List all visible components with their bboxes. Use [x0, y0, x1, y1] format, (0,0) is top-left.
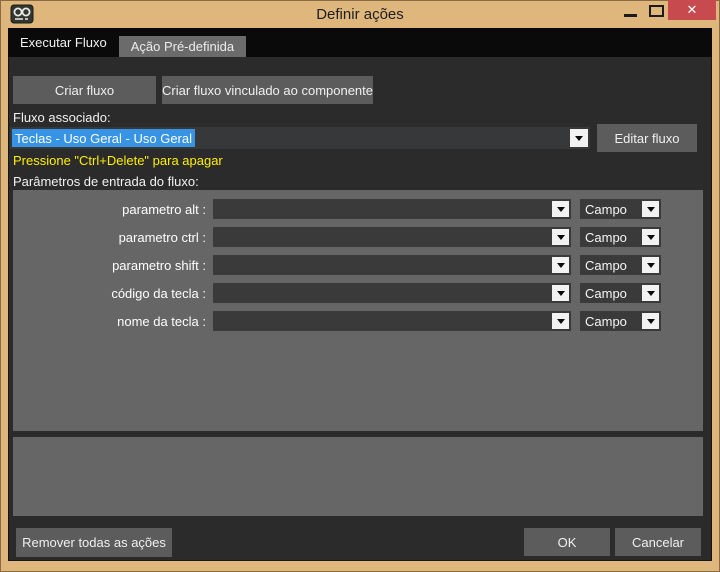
parameter-label: parametro ctrl :: [13, 230, 213, 245]
cancel-button[interactable]: Cancelar: [615, 528, 701, 556]
parameter-value-combobox[interactable]: [213, 311, 571, 331]
parameter-type-combobox[interactable]: Campo: [580, 227, 661, 247]
tab-bar: Executar Fluxo Ação Pré-definida: [8, 28, 712, 57]
parameter-value-dropdown-button[interactable]: [552, 313, 569, 329]
parameter-type-value: Campo: [585, 311, 627, 331]
parameter-row: parametro ctrl : Campo: [13, 227, 703, 247]
flow-parameters-label: Parâmetros de entrada do fluxo:: [13, 174, 199, 189]
parameter-type-dropdown-button[interactable]: [642, 257, 659, 273]
tab-label: Ação Pré-definida: [131, 39, 234, 54]
parameter-row: nome da tecla : Campo: [13, 311, 703, 331]
chevron-down-icon: [557, 207, 565, 212]
associated-flow-combobox[interactable]: Teclas - Uso Geral - Uso Geral: [10, 127, 590, 149]
minimize-button[interactable]: [616, 0, 644, 22]
chevron-down-icon: [557, 319, 565, 324]
maximize-button[interactable]: [644, 0, 668, 22]
parameter-value-dropdown-button[interactable]: [552, 285, 569, 301]
parameter-type-value: Campo: [585, 227, 627, 247]
parameter-label: código da tecla :: [13, 286, 213, 301]
parameter-label: nome da tecla :: [13, 314, 213, 329]
chevron-down-icon: [557, 235, 565, 240]
parameter-row: parametro alt : Campo: [13, 199, 703, 219]
parameter-value-combobox[interactable]: [213, 199, 571, 219]
button-label: Criar fluxo: [55, 83, 114, 98]
button-label: Cancelar: [632, 535, 684, 550]
parameter-type-dropdown-button[interactable]: [642, 229, 659, 245]
parameter-type-dropdown-button[interactable]: [642, 313, 659, 329]
parameter-type-combobox[interactable]: Campo: [580, 311, 661, 331]
chevron-down-icon: [557, 291, 565, 296]
parameter-type-combobox[interactable]: Campo: [580, 283, 661, 303]
parameter-value-combobox[interactable]: [213, 283, 571, 303]
parameter-value-dropdown-button[interactable]: [552, 257, 569, 273]
dialog-client-area: Executar Fluxo Ação Pré-definida Criar f…: [8, 28, 712, 561]
parameter-row: código da tecla : Campo: [13, 283, 703, 303]
parameter-value-combobox[interactable]: [213, 227, 571, 247]
associated-flow-selected-value: Teclas - Uso Geral - Uso Geral: [12, 129, 195, 147]
button-label: Remover todas as ações: [22, 535, 166, 550]
parameter-type-value: Campo: [585, 283, 627, 303]
parameter-type-combobox[interactable]: Campo: [580, 255, 661, 275]
parameter-value-combobox[interactable]: [213, 255, 571, 275]
parameter-type-combobox[interactable]: Campo: [580, 199, 661, 219]
chevron-down-icon: [647, 319, 655, 324]
parameter-row: parametro shift : Campo: [13, 255, 703, 275]
button-label: OK: [558, 535, 577, 550]
parameter-type-dropdown-button[interactable]: [642, 285, 659, 301]
parameter-label: parametro alt :: [13, 202, 213, 217]
parameter-label: parametro shift :: [13, 258, 213, 273]
parameter-type-value: Campo: [585, 199, 627, 219]
dialog-window: Definir ações ✕ Executar Fluxo Ação Pré-…: [0, 0, 720, 572]
flow-parameters-panel: parametro alt : Campo parametro ctrl : C…: [13, 190, 703, 431]
tab-acao-pre-definida[interactable]: Ação Pré-definida: [119, 36, 246, 57]
delete-hint-text: Pressione "Ctrl+Delete" para apagar: [13, 153, 223, 168]
associated-flow-dropdown-button[interactable]: [570, 129, 588, 147]
parameter-type-value: Campo: [585, 255, 627, 275]
maximize-icon: [649, 5, 664, 17]
close-icon: ✕: [687, 2, 698, 18]
title-bar: Definir ações ✕: [0, 0, 720, 28]
chevron-down-icon: [647, 291, 655, 296]
empty-output-panel: [13, 437, 703, 516]
chevron-down-icon: [647, 263, 655, 268]
create-linked-flow-button[interactable]: Criar fluxo vinculado ao componente: [162, 76, 373, 104]
parameter-value-dropdown-button[interactable]: [552, 201, 569, 217]
button-label: Criar fluxo vinculado ao componente: [162, 83, 373, 98]
minimize-icon: [624, 14, 637, 17]
close-button[interactable]: ✕: [668, 0, 716, 20]
tab-executar-fluxo[interactable]: Executar Fluxo: [8, 28, 119, 57]
button-label: Editar fluxo: [614, 131, 679, 146]
ok-button[interactable]: OK: [524, 528, 610, 556]
chevron-down-icon: [647, 235, 655, 240]
parameter-type-dropdown-button[interactable]: [642, 201, 659, 217]
tab-content: Criar fluxo Criar fluxo vinculado ao com…: [8, 57, 712, 561]
chevron-down-icon: [557, 263, 565, 268]
edit-flow-button[interactable]: Editar fluxo: [597, 124, 697, 152]
parameter-rows: parametro alt : Campo parametro ctrl : C…: [13, 199, 703, 339]
create-flow-button[interactable]: Criar fluxo: [13, 76, 156, 104]
chevron-down-icon: [575, 136, 583, 141]
parameter-value-dropdown-button[interactable]: [552, 229, 569, 245]
tab-label: Executar Fluxo: [20, 35, 107, 50]
remove-all-actions-button[interactable]: Remover todas as ações: [16, 528, 172, 557]
window-title: Definir ações: [0, 0, 720, 28]
associated-flow-label: Fluxo associado:: [13, 110, 111, 125]
chevron-down-icon: [647, 207, 655, 212]
